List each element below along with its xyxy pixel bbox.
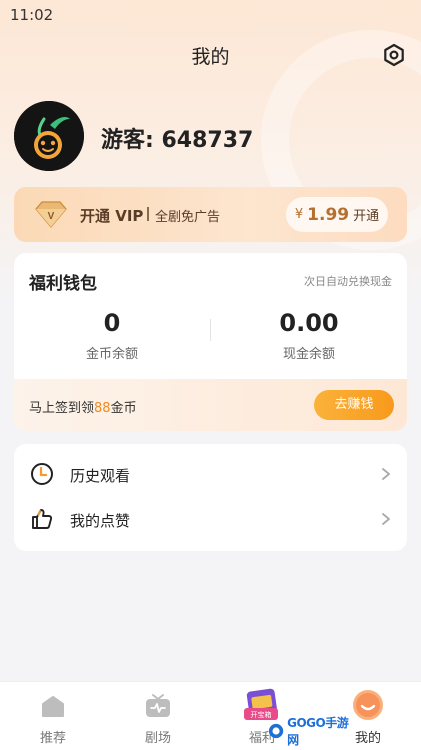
vip-title: 开通 VIP <box>80 207 144 225</box>
clock-icon <box>31 463 53 485</box>
avatar[interactable] <box>14 101 84 171</box>
username: 游客: 648737 <box>101 128 254 153</box>
tab-label: 剧场 <box>144 731 171 746</box>
bottom-tab-bar: 推荐 剧场 开宝箱 福利 我的 <box>0 681 421 750</box>
coin-balance-label: 金币余额 <box>85 347 138 362</box>
treasure-box-icon: 开宝箱 <box>244 688 278 720</box>
smile-icon <box>353 690 383 720</box>
tab-recommend[interactable]: 推荐 <box>18 682 88 750</box>
checkin-prefix: 马上签到领 <box>29 401 95 416</box>
home-icon <box>42 696 64 717</box>
checkin-bar: 马上签到领88金币 去赚钱 <box>14 379 407 431</box>
cash-balance[interactable]: 0.00 现金余额 <box>211 309 407 362</box>
wallet-hint: 次日自动兑换现金 <box>304 275 392 288</box>
avatar-logo-icon <box>14 101 84 171</box>
vip-divider <box>147 207 149 221</box>
tab-label: 推荐 <box>39 731 66 746</box>
page-title: 我的 <box>191 46 230 68</box>
earn-money-button[interactable]: 去赚钱 <box>314 390 394 420</box>
vip-description: 全剧免广告 <box>155 210 221 225</box>
coin-balance-value: 0 <box>103 309 121 337</box>
checkin-amount: 88 <box>94 401 111 416</box>
vip-price: 1.99 <box>307 204 350 225</box>
coin-balance[interactable]: 0 金币余额 <box>14 309 210 362</box>
watermark-text: GOGO手游网 <box>287 716 349 747</box>
checkin-text: 马上签到领88金币 <box>29 397 137 416</box>
tv-icon <box>146 694 170 717</box>
vip-open-button[interactable]: ¥ 1.99 开通 <box>286 197 388 232</box>
gear-icon <box>384 43 404 67</box>
menu-card: 历史观看 我的点赞 <box>14 444 407 551</box>
vip-currency: ¥ <box>294 207 304 222</box>
wallet-title: 福利钱包 <box>29 274 97 294</box>
vip-card[interactable]: V 开通 VIP 全剧免广告 ¥ 1.99 开通 <box>14 187 407 242</box>
watermark: GOGO手游网 <box>268 716 352 747</box>
cash-balance-value: 0.00 <box>279 309 339 337</box>
chevron-right-icon <box>382 513 390 525</box>
menu-item-label: 我的点赞 <box>70 512 131 530</box>
checkin-suffix: 金币 <box>110 401 137 416</box>
cash-balance-label: 现金余额 <box>282 347 335 362</box>
thumbs-up-icon <box>32 509 53 529</box>
menu-item-history[interactable]: 历史观看 <box>14 452 407 497</box>
chevron-right-icon <box>382 468 390 480</box>
wallet-card: 福利钱包 次日自动兑换现金 0 金币余额 0.00 现金余额 马上签到领88金币… <box>14 253 407 431</box>
settings-button[interactable] <box>382 43 406 67</box>
vip-diamond-icon: V <box>34 199 68 229</box>
vip-open-label: 开通 <box>353 209 380 224</box>
status-time: 11:02 <box>10 6 54 24</box>
menu-item-label: 历史观看 <box>70 467 131 485</box>
menu-item-likes[interactable]: 我的点赞 <box>14 497 407 542</box>
svg-text:V: V <box>48 211 55 222</box>
tab-theater[interactable]: 剧场 <box>123 682 193 750</box>
watermark-logo-icon <box>268 723 284 739</box>
